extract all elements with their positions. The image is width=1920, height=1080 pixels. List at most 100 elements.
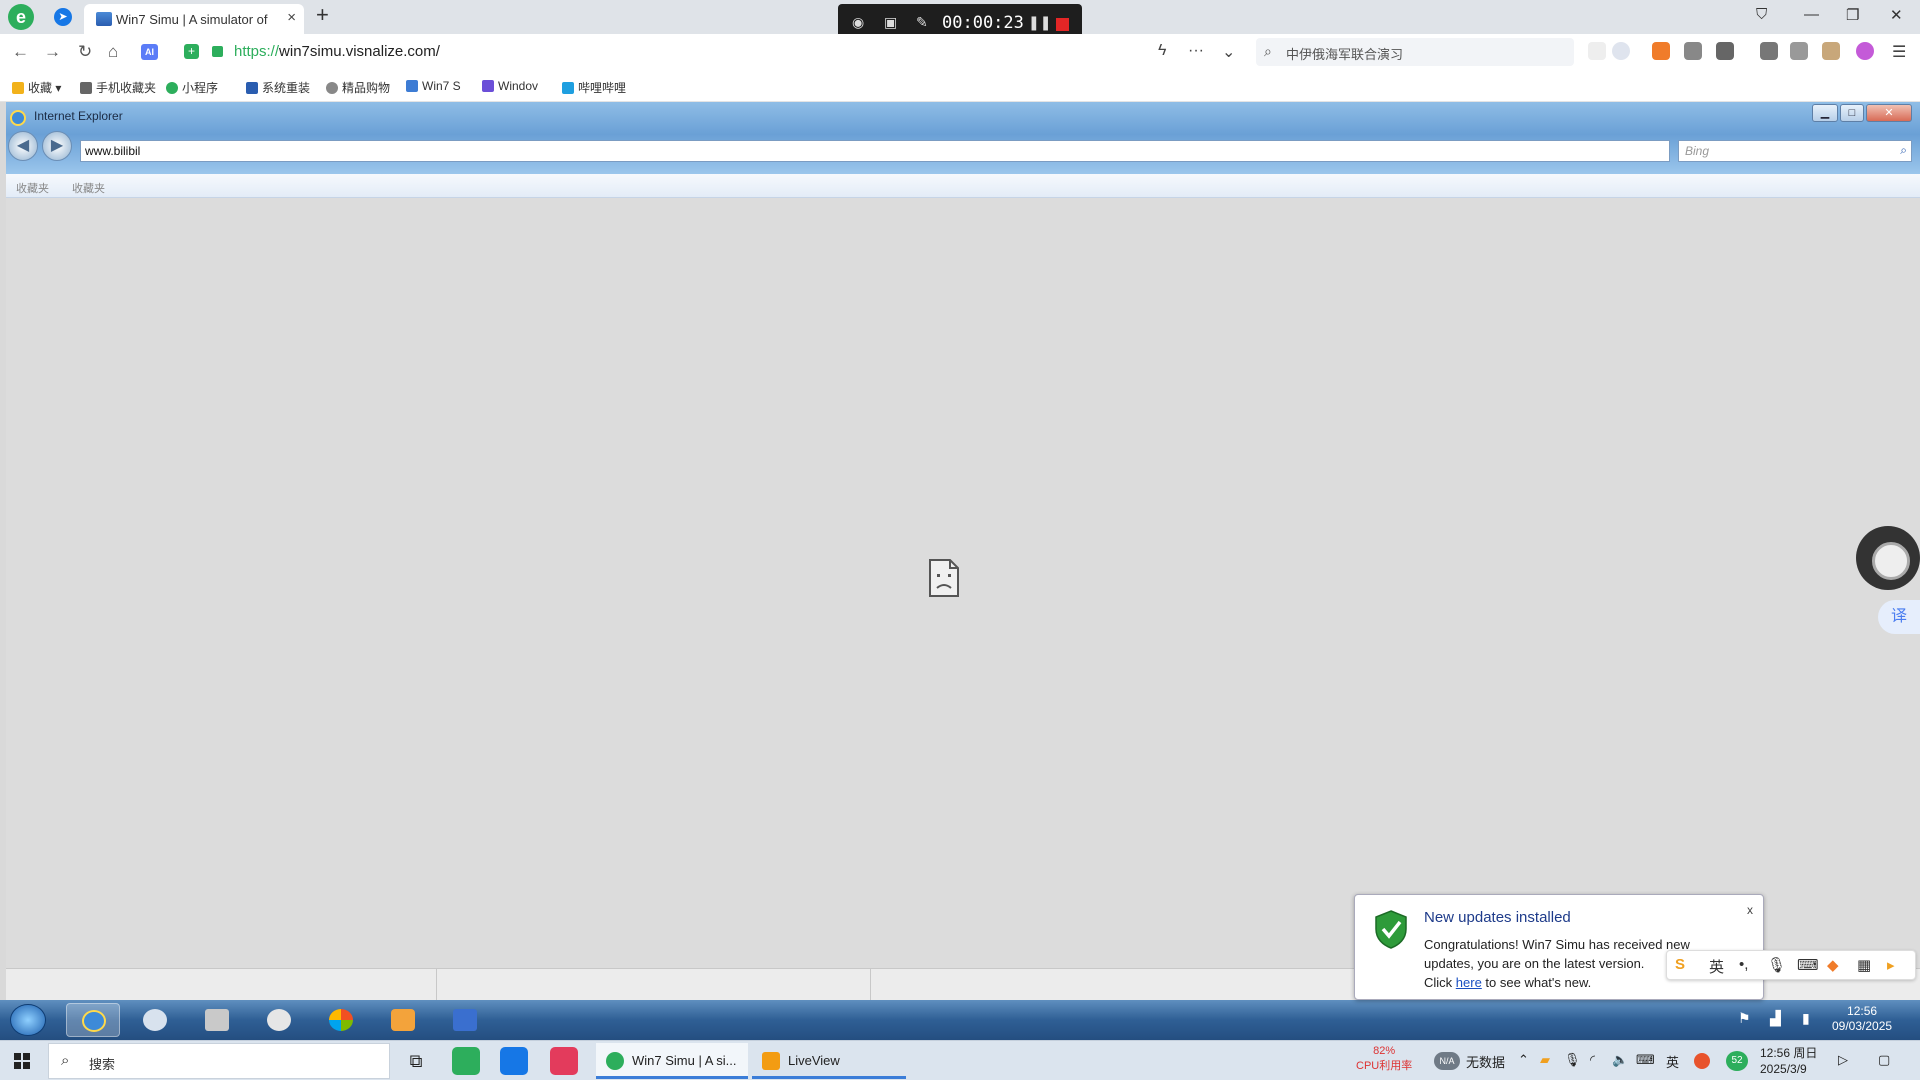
close-window-button[interactable]: ✕ [1890,6,1903,24]
microphone-icon[interactable]: 🎙 [1564,1052,1581,1068]
host-clock[interactable]: 12:56 周日 2025/3/9 [1760,1045,1817,1077]
bookmark-item[interactable]: 哔哩哔哩 [562,79,626,96]
network-signal-icon[interactable]: ▟ [1770,1010,1781,1027]
win7-start-orb[interactable] [10,1004,46,1036]
chevron-down-icon[interactable]: ⌄ [1222,42,1235,62]
browser-address-bar: ← → ↻ ⌂ AI + https://win7simu.visnalize.… [0,34,1920,70]
keyboard-icon[interactable]: ⌨ [1636,1052,1655,1068]
ime-punctuation[interactable]: •, [1739,956,1748,973]
ie-maximize-button[interactable]: □ [1840,104,1864,122]
ie-back-button[interactable]: ◀ [8,131,38,161]
ie-forward-button[interactable]: ▶ [42,131,72,161]
weather-label[interactable]: 无数据 [1466,1052,1505,1071]
app-icon[interactable] [500,1047,528,1075]
restore-button[interactable]: ❐ [1846,6,1859,24]
win7-clock[interactable]: 12:56 09/03/2025 [1832,1004,1892,1034]
action-center-flag-icon[interactable]: ⚑ [1738,1010,1751,1027]
pen-icon[interactable]: ✎ [916,14,928,31]
taskbar-task-browser[interactable]: Win7 Simu | A si... [596,1043,748,1079]
battery-icon[interactable]: ▮ [1802,1010,1810,1027]
show-desktop-icon[interactable]: ▷ [1838,1052,1848,1068]
notification-link[interactable]: here [1456,975,1482,990]
toolbox-icon[interactable] [1822,42,1840,60]
taskbar-app[interactable] [314,1003,368,1037]
active-tab[interactable]: Win7 Simu | A simulator of × [84,4,304,34]
extension-circle-icon[interactable] [1612,42,1630,60]
menu-icon[interactable]: ☰ [1892,42,1906,62]
taskbar-app[interactable] [376,1003,430,1037]
scissors-icon[interactable] [1588,42,1606,60]
bookmark-item[interactable]: 系统重装 [246,79,310,96]
ie-search-input[interactable]: Bing ⌕ [1678,140,1912,162]
forward-icon[interactable]: → [44,42,61,62]
pause-icon[interactable]: ❚❚ [1028,14,1051,31]
ie-favorites-item[interactable]: 收藏夹 [16,180,49,196]
minimize-button[interactable]: — [1804,6,1819,23]
download-icon[interactable] [1760,42,1778,60]
taskbar-task-liveview[interactable]: LiveView [752,1043,906,1079]
bookmark-item[interactable]: 精品购物 [326,79,390,96]
ie-url-input[interactable] [80,140,1670,162]
microphone-icon[interactable]: 🎙 [1767,956,1786,974]
camera-icon[interactable]: ▣ [884,14,897,31]
assistant-icon[interactable] [1856,42,1874,60]
new-tab-button[interactable]: + [316,2,329,28]
screenshot-icon[interactable] [1684,42,1702,60]
app-icon[interactable] [452,1047,480,1075]
bookmark-item[interactable]: 收藏 ▾ [12,79,61,96]
back-icon[interactable]: ← [12,42,29,62]
weather-icon[interactable]: N/A [1434,1052,1460,1070]
grid-icon[interactable]: ▦ [1857,956,1871,974]
ai-icon[interactable]: AI [141,44,158,60]
more-tools-icon[interactable]: ▸ [1887,956,1895,974]
skin-icon[interactable]: ◆ [1827,956,1839,974]
keyboard-icon[interactable]: ⌨ [1797,956,1819,974]
taskbar-search-box[interactable]: ⌕ 搜索 [48,1043,390,1079]
shirt-skin-icon[interactable]: ⛉ [1756,6,1767,23]
home-icon[interactable]: ⌂ [108,42,118,62]
ie-favorites-item[interactable]: 收藏夹 [72,180,105,196]
address-url[interactable]: https://win7simu.visnalize.com/ [234,43,440,60]
undo-icon[interactable] [1790,42,1808,60]
ie-minimize-button[interactable]: ▁ [1812,104,1838,122]
sogou-tray-icon[interactable] [1694,1053,1710,1069]
bookmark-item[interactable]: Win7 S [406,79,461,93]
app-icon[interactable] [550,1047,578,1075]
security-badge[interactable]: 52 [1726,1051,1748,1071]
search-icon[interactable]: ⌕ [1900,143,1907,158]
bookmark-item[interactable]: 手机收藏夹 [80,79,156,96]
tab-close-icon[interactable]: × [287,9,296,26]
taskbar-ie[interactable] [66,1003,120,1037]
taskbar-app[interactable] [252,1003,306,1037]
taskbar-app[interactable] [438,1003,492,1037]
lightning-icon[interactable]: ϟ [1158,42,1166,60]
stop-record-button[interactable] [1056,18,1069,31]
translate-button[interactable]: 译 [1878,600,1920,634]
bookmark-item[interactable]: Windov [482,79,538,93]
browser-search-box[interactable]: ⌕ 中伊俄海军联合演习 [1256,38,1574,66]
sogou-logo-icon[interactable]: S [1675,956,1685,973]
notifications-icon[interactable]: ▢ [1878,1052,1890,1068]
bookmark-item[interactable]: 小程序 [166,79,218,96]
browser-logo-icon[interactable]: e [8,4,34,30]
eye-icon[interactable]: ◉ [852,14,864,31]
security-shield-icon[interactable]: + [184,44,199,59]
taskbar-app[interactable] [190,1003,244,1037]
input-language[interactable]: 英 [1666,1052,1679,1071]
chevron-up-icon[interactable]: ⌃ [1518,1052,1529,1068]
floating-ball-button[interactable] [1856,526,1920,590]
more-icon[interactable]: ··· [1188,42,1204,60]
ime-language[interactable]: 英 [1709,956,1724,977]
taskbar-app[interactable] [128,1003,182,1037]
volume-icon[interactable]: 🔈 [1612,1052,1628,1068]
task-view-icon[interactable]: ⧉ [402,1047,430,1075]
pinned-tab-icon[interactable]: ➤ [54,8,72,26]
folder-icon[interactable]: ▰ [1540,1052,1550,1068]
wifi-icon[interactable]: ◜ [1590,1052,1595,1068]
game-extension-icon[interactable] [1652,42,1670,60]
notification-close-button[interactable]: x [1747,903,1753,917]
pin-extension-icon[interactable] [1716,42,1734,60]
ie-close-button[interactable]: ✕ [1866,104,1912,122]
windows-start-icon[interactable] [14,1053,30,1069]
reload-icon[interactable]: ↻ [78,42,92,62]
